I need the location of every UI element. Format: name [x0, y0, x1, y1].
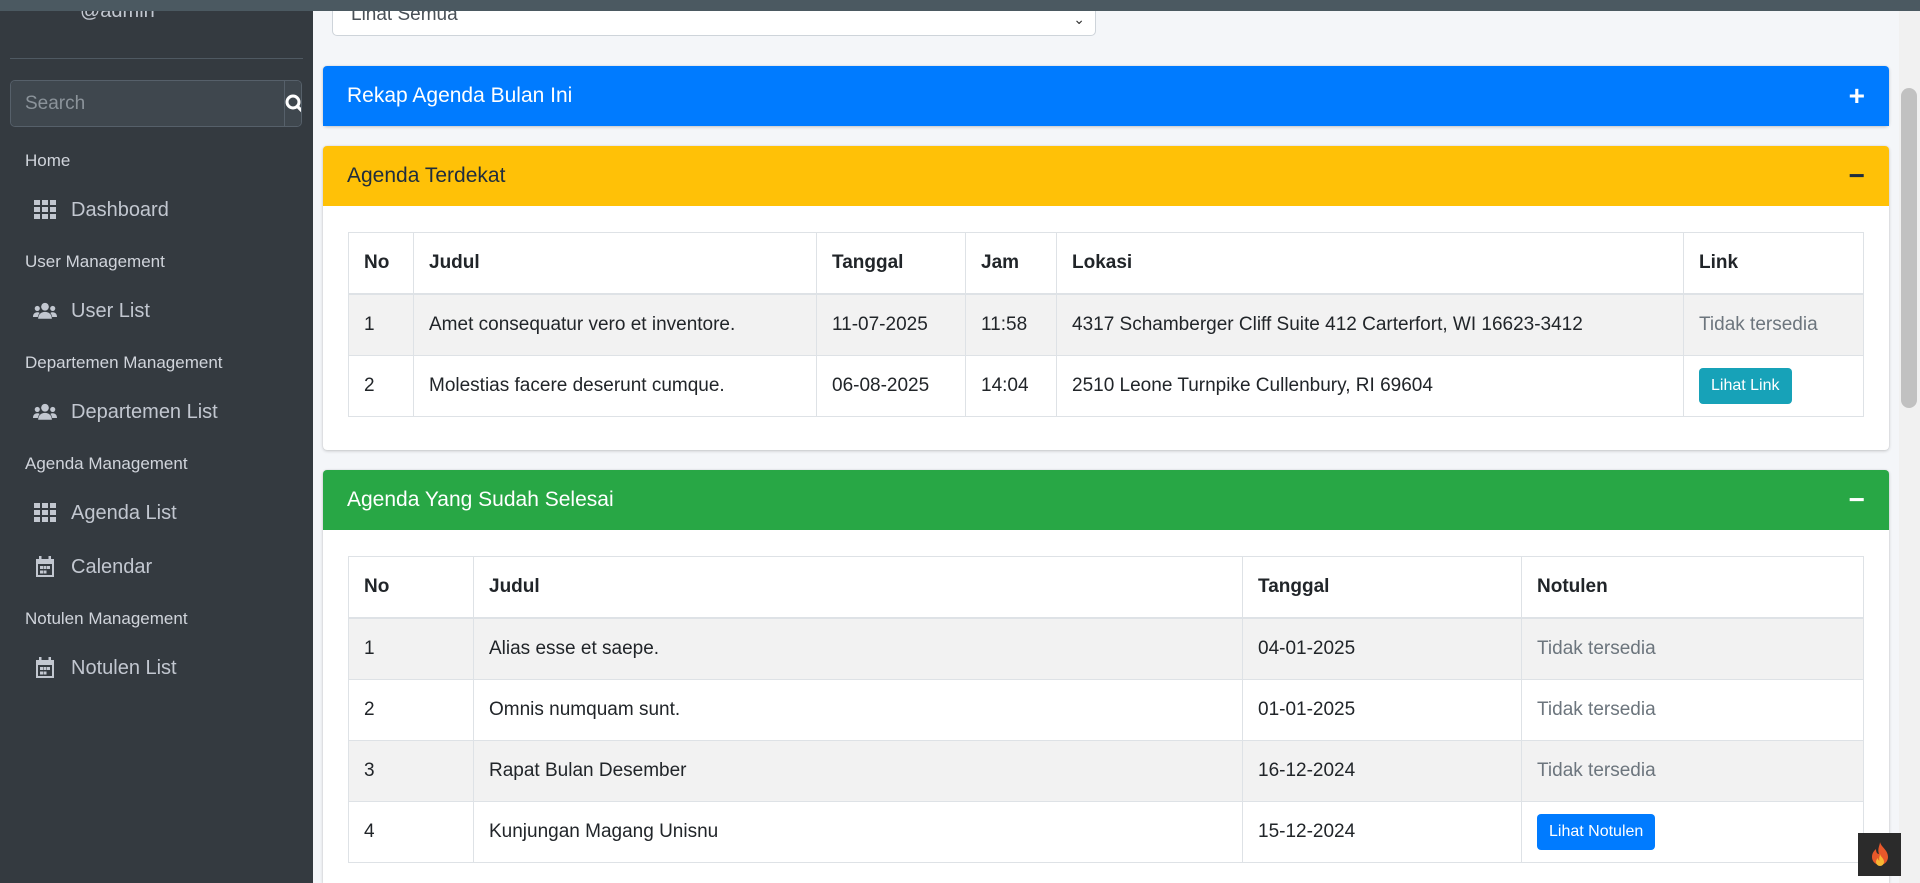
sidebar-item-notulen-list[interactable]: Notulen List — [33, 651, 177, 685]
card-agenda-selesai: Agenda Yang Sudah Selesai − No Judul Tan… — [323, 470, 1889, 883]
cell-link: Lihat Link — [1683, 355, 1864, 417]
scrollbar-thumb[interactable] — [1901, 88, 1917, 408]
cell-lokasi: 2510 Leone Turnpike Cullenbury, RI 69604 — [1056, 355, 1684, 417]
table-row: 4 Kunjungan Magang Unisnu 15-12-2024 Lih… — [348, 801, 1864, 863]
sidebar-item-label: Agenda List — [71, 501, 177, 524]
card-agenda-terdekat: Agenda Terdekat − No Judul Tanggal Jam L… — [323, 146, 1889, 450]
cell-jam: 11:58 — [965, 293, 1057, 356]
table-row: 1 Alias esse et saepe. 04-01-2025 Tidak … — [348, 617, 1864, 680]
sidebar-item-agenda-list[interactable]: Agenda List — [33, 496, 177, 530]
sidebar-item-user-list[interactable]: User List — [33, 294, 150, 328]
cell-no: 1 — [348, 293, 414, 356]
table-row: 1 Amet consequatur vero et inventore. 11… — [348, 293, 1864, 356]
sidebar-divider — [10, 58, 303, 59]
cell-notulen: Tidak tersedia — [1521, 679, 1864, 741]
cell-judul: Molestias facere deserunt cumque. — [413, 355, 817, 417]
cell-no: 4 — [348, 801, 474, 863]
cell-notulen: Tidak tersedia — [1521, 617, 1864, 680]
cell-judul: Amet consequatur vero et inventore. — [413, 293, 817, 356]
sidebar-item-label: Departemen List — [71, 400, 218, 423]
search-icon — [285, 94, 301, 112]
lihat-link-button[interactable]: Lihat Link — [1699, 368, 1792, 404]
sidebar-item-departemen-list[interactable]: Departemen List — [33, 395, 218, 429]
table-row: 2 Molestias facere deserunt cumque. 06-0… — [348, 355, 1864, 417]
card-terdekat-header[interactable]: Agenda Terdekat − — [323, 146, 1889, 206]
agenda-selesai-table: No Judul Tanggal Notulen 1 Alias esse et… — [348, 556, 1864, 863]
cell-link: Tidak tersedia — [1683, 293, 1864, 356]
column-header: Tanggal — [816, 232, 966, 295]
search-input[interactable] — [11, 81, 284, 126]
table-header-row: No Judul Tanggal Jam Lokasi Link — [348, 232, 1864, 295]
page-scrollbar[interactable] — [1899, 0, 1920, 883]
cell-notulen: Tidak tersedia — [1521, 740, 1864, 802]
card-rekap-agenda: Rekap Agenda Bulan Ini + — [323, 66, 1889, 126]
cell-no: 1 — [348, 617, 474, 680]
users-icon — [33, 299, 57, 323]
card-title: Agenda Yang Sudah Selesai — [347, 488, 614, 511]
debug-toolbar-toggle[interactable] — [1858, 833, 1901, 876]
sidebar-item-label: User List — [71, 299, 150, 322]
table-header-row: No Judul Tanggal Notulen — [348, 556, 1864, 619]
cell-tanggal: 01-01-2025 — [1242, 679, 1522, 741]
cell-judul: Omnis numquam sunt. — [473, 679, 1243, 741]
cell-no: 3 — [348, 740, 474, 802]
cell-jam: 14:04 — [965, 355, 1057, 417]
collapse-icon[interactable]: − — [1849, 162, 1865, 190]
flame-icon — [1871, 841, 1888, 866]
column-header: Judul — [413, 232, 817, 295]
card-title: Rekap Agenda Bulan Ini — [347, 84, 573, 107]
grid-icon — [33, 198, 57, 222]
cell-lokasi: 4317 Schamberger Cliff Suite 412 Carterf… — [1056, 293, 1684, 356]
cell-judul: Kunjungan Magang Unisnu — [473, 801, 1243, 863]
sidebar-header-departemen-management: Departemen Management — [25, 353, 223, 372]
column-header: Jam — [965, 232, 1057, 295]
column-header: Notulen — [1521, 556, 1864, 619]
cell-tanggal: 11-07-2025 — [816, 293, 966, 356]
cell-tanggal: 06-08-2025 — [816, 355, 966, 417]
card-selesai-header[interactable]: Agenda Yang Sudah Selesai − — [323, 470, 1889, 530]
collapse-icon[interactable]: − — [1849, 486, 1865, 514]
users-icon — [33, 400, 57, 424]
cell-tanggal: 04-01-2025 — [1242, 617, 1522, 680]
sidebar-item-label: Dashboard — [71, 198, 169, 221]
table-row: 3 Rapat Bulan Desember 16-12-2024 Tidak … — [348, 740, 1864, 802]
cell-notulen: Lihat Notulen — [1521, 801, 1864, 863]
grid-icon — [33, 501, 57, 525]
card-rekap-header[interactable]: Rekap Agenda Bulan Ini + — [323, 66, 1889, 126]
sidebar: @admin Home Dashboard User Management Us… — [0, 0, 313, 883]
lihat-notulen-button[interactable]: Lihat Notulen — [1537, 814, 1656, 850]
sidebar-item-label: Notulen List — [71, 656, 177, 679]
sidebar-header-agenda-management: Agenda Management — [25, 454, 188, 473]
table-row: 2 Omnis numquam sunt. 01-01-2025 Tidak t… — [348, 679, 1864, 741]
sidebar-item-calendar[interactable]: Calendar — [33, 550, 152, 584]
cell-tanggal: 16-12-2024 — [1242, 740, 1522, 802]
cell-no: 2 — [348, 355, 414, 417]
search-button[interactable] — [284, 81, 301, 126]
sidebar-header-home: Home — [25, 151, 71, 170]
cell-no: 2 — [348, 679, 474, 741]
sidebar-item-label: Calendar — [71, 555, 153, 578]
cell-tanggal: 15-12-2024 — [1242, 801, 1522, 863]
column-header: No — [348, 556, 474, 619]
column-header: Link — [1683, 232, 1864, 295]
card-title: Agenda Terdekat — [347, 164, 506, 187]
browser-top-bar — [0, 0, 1920, 11]
expand-icon[interactable]: + — [1849, 82, 1865, 110]
agenda-terdekat-table: No Judul Tanggal Jam Lokasi Link 1 Amet … — [348, 232, 1864, 417]
column-header: Judul — [473, 556, 1243, 619]
sidebar-item-dashboard[interactable]: Dashboard — [33, 193, 169, 227]
sidebar-search — [10, 80, 302, 127]
column-header: Lokasi — [1056, 232, 1684, 295]
cell-judul: Rapat Bulan Desember — [473, 740, 1243, 802]
column-header: Tanggal — [1242, 556, 1522, 619]
sidebar-header-user-management: User Management — [25, 252, 165, 271]
calendar-icon — [33, 555, 57, 579]
column-header: No — [348, 232, 414, 295]
calendar-icon — [33, 656, 57, 680]
sidebar-header-notulen-management: Notulen Management — [25, 609, 188, 628]
cell-judul: Alias esse et saepe. — [473, 617, 1243, 680]
